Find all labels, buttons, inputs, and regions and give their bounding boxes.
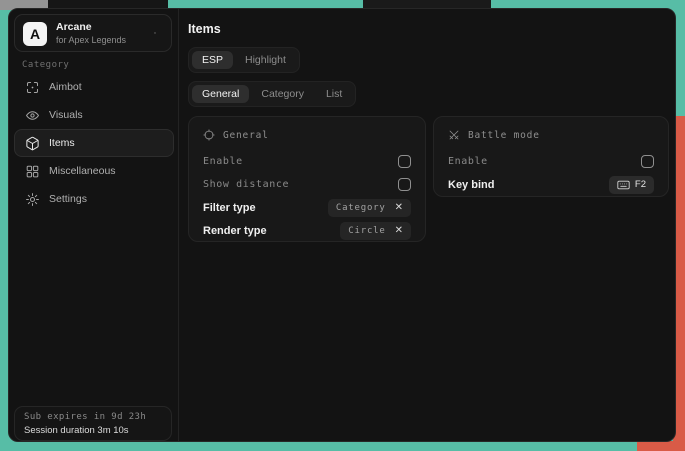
tab-category[interactable]: Category — [251, 85, 314, 103]
sidebar-item-label: Aimbot — [49, 81, 82, 93]
sidebar-item-label: Items — [49, 137, 75, 149]
setting-row-filter-type: Filter type Category ✕ — [203, 196, 411, 219]
sidebar-item-settings[interactable]: Settings — [14, 185, 174, 213]
sidebar-item-visuals[interactable]: Visuals — [14, 101, 174, 129]
keybind-value: F2 — [635, 179, 646, 190]
subscription-card: Sub expires in 9d 23h Session duration 3… — [14, 406, 172, 441]
tab-esp[interactable]: ESP — [192, 51, 233, 69]
keybind-button[interactable]: F2 — [609, 176, 654, 194]
cube-icon — [25, 136, 40, 151]
setting-row-key-bind: Key bind F2 — [448, 173, 654, 196]
panel-general: General Enable Show distance Filter type… — [188, 116, 426, 242]
sidebar-item-items[interactable]: Items — [14, 129, 174, 157]
clear-icon[interactable]: ✕ — [395, 203, 403, 213]
render-type-select[interactable]: Circle ✕ — [340, 222, 411, 240]
sidebar-item-label: Miscellaneous — [49, 165, 116, 177]
setting-label: Enable — [448, 156, 488, 167]
setting-label: Filter type — [203, 202, 256, 214]
panel-header: General — [203, 127, 411, 143]
page-title: Items — [188, 22, 221, 36]
setting-row-enable: Enable — [448, 150, 654, 173]
brand-card: A Arcane for Apex Legends — [14, 14, 172, 52]
sub-expires-text: Sub expires in 9d 23h — [24, 411, 162, 424]
sidebar-item-label: Settings — [49, 193, 87, 205]
sidebar-item-miscellaneous[interactable]: Miscellaneous — [14, 157, 174, 185]
setting-label: Enable — [203, 156, 243, 167]
crosshair-icon — [203, 129, 215, 141]
setting-label: Render type — [203, 225, 267, 237]
mode-tabs: ESP Highlight — [188, 47, 300, 73]
setting-label: Key bind — [448, 179, 494, 191]
session-duration-text: Session duration 3m 10s — [24, 424, 162, 437]
app-window: A Arcane for Apex Legends Category Aimbo… — [8, 8, 676, 442]
desktop-backdrop — [637, 441, 685, 451]
panel-header: Battle mode — [448, 127, 654, 143]
select-value: Circle — [348, 226, 385, 236]
keyboard-icon — [617, 180, 630, 190]
setting-label: Show distance — [203, 179, 289, 190]
sidebar-nav: Aimbot Visuals Items — [14, 73, 174, 213]
filter-type-select[interactable]: Category ✕ — [328, 199, 411, 217]
clear-icon[interactable]: ✕ — [395, 226, 403, 236]
panel-title: General — [223, 130, 269, 141]
panel-title: Battle mode — [468, 130, 540, 141]
screen: A Arcane for Apex Legends Category Aimbo… — [0, 0, 685, 451]
brand-logo: A — [23, 22, 47, 46]
panel-battle-mode: Battle mode Enable Key bind F2 — [433, 116, 669, 197]
sidebar-item-aimbot[interactable]: Aimbot — [14, 73, 174, 101]
show-distance-checkbox[interactable] — [398, 178, 411, 191]
setting-row-enable: Enable — [203, 150, 411, 173]
setting-row-render-type: Render type Circle ✕ — [203, 219, 411, 242]
setting-row-show-distance: Show distance — [203, 173, 411, 196]
category-section-label: Category — [22, 60, 69, 70]
crosshair-scan-icon — [25, 80, 40, 95]
eye-icon — [25, 108, 40, 123]
gear-icon — [25, 192, 40, 207]
tab-highlight[interactable]: Highlight — [235, 51, 296, 69]
sidebar: A Arcane for Apex Legends Category Aimbo… — [9, 9, 179, 441]
tab-list[interactable]: List — [316, 85, 352, 103]
tab-general[interactable]: General — [192, 85, 249, 103]
battle-enable-checkbox[interactable] — [641, 155, 654, 168]
target-icon[interactable] — [148, 26, 162, 40]
select-value: Category — [336, 203, 386, 213]
brand-subtitle: for Apex Legends — [56, 35, 126, 45]
grid-icon — [25, 164, 40, 179]
swords-icon — [448, 129, 460, 141]
view-tabs: General Category List — [188, 81, 356, 107]
brand-name: Arcane — [56, 21, 92, 33]
enable-checkbox[interactable] — [398, 155, 411, 168]
sidebar-item-label: Visuals — [49, 109, 83, 121]
